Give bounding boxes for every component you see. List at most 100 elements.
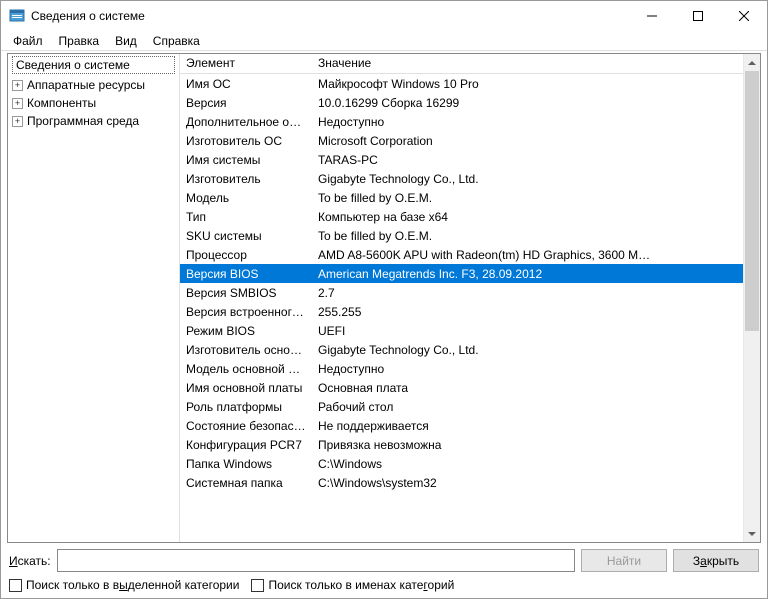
cell-element: SKU системы [180, 228, 312, 244]
cell-element: Модель основной пла… [180, 361, 312, 377]
table-row[interactable]: Версия10.0.16299 Сборка 16299 [180, 93, 743, 112]
table-row[interactable]: МодельTo be filled by O.E.M. [180, 188, 743, 207]
close-panel-button[interactable]: Закрыть [673, 549, 759, 572]
menu-edit[interactable]: Правка [51, 32, 108, 50]
table-row[interactable]: Имя основной платыОсновная плата [180, 378, 743, 397]
cell-value: 10.0.16299 Сборка 16299 [312, 95, 743, 111]
cell-value: To be filled by O.E.M. [312, 228, 743, 244]
titlebar: Сведения о системе [1, 1, 767, 31]
cell-value: To be filled by O.E.M. [312, 190, 743, 206]
table-row[interactable]: ТипКомпьютер на базе x64 [180, 207, 743, 226]
cell-element: Изготовитель основно… [180, 342, 312, 358]
cell-value: Привязка невозможна [312, 437, 743, 453]
cell-element: Дополнительное опис… [180, 114, 312, 130]
table-row[interactable]: Системная папкаC:\Windows\system32 [180, 473, 743, 492]
window-controls [629, 1, 767, 31]
table-row[interactable]: ПроцессорAMD A8-5600K APU with Radeon(tm… [180, 245, 743, 264]
list-header: Элемент Значение [180, 54, 743, 74]
cell-element: Состояние безопасно… [180, 418, 312, 434]
search-input[interactable] [57, 549, 575, 572]
table-row[interactable]: Версия встроенного к…255.255 [180, 302, 743, 321]
table-row[interactable]: Конфигурация PCR7Привязка невозможна [180, 435, 743, 454]
table-row[interactable]: Имя ОСМайкрософт Windows 10 Pro [180, 74, 743, 93]
cell-value: Не поддерживается [312, 418, 743, 434]
check-category-names[interactable]: Поиск только в именах категорий [251, 578, 454, 592]
cell-element: Роль платформы [180, 399, 312, 415]
close-button[interactable] [721, 1, 767, 31]
cell-element: Изготовитель [180, 171, 312, 187]
cell-element: Версия [180, 95, 312, 111]
table-row[interactable]: Версия BIOSAmerican Megatrends Inc. F3, … [180, 264, 743, 283]
cell-element: Имя системы [180, 152, 312, 168]
expand-icon[interactable]: + [12, 80, 23, 91]
check-selected-category[interactable]: Поиск только в выделенной категории [9, 578, 239, 592]
cell-value: Основная плата [312, 380, 743, 396]
tree-item[interactable]: +Аппаратные ресурсы [8, 76, 179, 94]
table-row[interactable]: Модель основной пла…Недоступно [180, 359, 743, 378]
cell-element: Системная папка [180, 475, 312, 491]
table-row[interactable]: Версия SMBIOS2.7 [180, 283, 743, 302]
tree-root[interactable]: Сведения о системе [12, 56, 175, 74]
table-row[interactable]: Имя системыTARAS-PC [180, 150, 743, 169]
cell-value: Microsoft Corporation [312, 133, 743, 149]
expand-icon[interactable]: + [12, 98, 23, 109]
cell-element: Процессор [180, 247, 312, 263]
cell-element: Изготовитель ОС [180, 133, 312, 149]
tree-item[interactable]: + Программная среда [8, 112, 179, 130]
minimize-button[interactable] [629, 1, 675, 31]
tree-item-label: Компоненты [27, 96, 96, 110]
table-row[interactable]: Режим BIOSUEFI [180, 321, 743, 340]
cell-value: Gigabyte Technology Co., Ltd. [312, 171, 743, 187]
cell-element: Версия встроенного к… [180, 304, 312, 320]
tree-item[interactable]: + Компоненты [8, 94, 179, 112]
main-content: Сведения о системе +Аппаратные ресурсы+К… [7, 53, 761, 543]
table-row[interactable]: Изготовитель ОСMicrosoft Corporation [180, 131, 743, 150]
tree-pane: Сведения о системе +Аппаратные ресурсы+К… [8, 54, 180, 542]
checkbox-icon [251, 579, 264, 592]
table-row[interactable]: Изготовитель основно…Gigabyte Technology… [180, 340, 743, 359]
scroll-track[interactable] [744, 71, 760, 525]
scroll-down-icon[interactable] [744, 525, 760, 542]
scroll-thumb[interactable] [745, 71, 759, 331]
window-title: Сведения о системе [31, 9, 629, 23]
cell-value: 255.255 [312, 304, 743, 320]
menu-file[interactable]: Файл [5, 32, 51, 50]
table-row[interactable]: Дополнительное опис…Недоступно [180, 112, 743, 131]
cell-value: UEFI [312, 323, 743, 339]
cell-element: Версия BIOS [180, 266, 312, 282]
cell-value: Рабочий стол [312, 399, 743, 415]
list-body: Имя ОСМайкрософт Windows 10 ProВерсия10.… [180, 74, 743, 492]
cell-element: Имя ОС [180, 76, 312, 92]
find-button[interactable]: Найти [581, 549, 667, 572]
menu-view[interactable]: Вид [107, 32, 145, 50]
cell-element: Версия SMBIOS [180, 285, 312, 301]
cell-element: Режим BIOS [180, 323, 312, 339]
checkbox-icon [9, 579, 22, 592]
table-row[interactable]: ИзготовительGigabyte Technology Co., Ltd… [180, 169, 743, 188]
cell-value: TARAS-PC [312, 152, 743, 168]
table-row[interactable]: Состояние безопасно…Не поддерживается [180, 416, 743, 435]
scrollbar[interactable] [743, 54, 760, 542]
table-row[interactable]: Роль платформыРабочий стол [180, 397, 743, 416]
cell-element: Папка Windows [180, 456, 312, 472]
header-value[interactable]: Значение [312, 54, 743, 73]
bottom-panel: Искать: Найти Закрыть Поиск только в выд… [1, 545, 767, 598]
table-row[interactable]: SKU системыTo be filled by O.E.M. [180, 226, 743, 245]
cell-value: C:\Windows [312, 456, 743, 472]
scroll-up-icon[interactable] [744, 54, 760, 71]
table-row[interactable]: Папка WindowsC:\Windows [180, 454, 743, 473]
cell-value: Компьютер на базе x64 [312, 209, 743, 225]
search-label: Искать: [9, 554, 51, 568]
maximize-button[interactable] [675, 1, 721, 31]
cell-value: 2.7 [312, 285, 743, 301]
check-row: Поиск только в выделенной категории Поис… [9, 578, 759, 592]
cell-value: American Megatrends Inc. F3, 28.09.2012 [312, 266, 743, 282]
expand-icon[interactable]: + [12, 116, 23, 127]
list-table: Элемент Значение Имя ОСМайкрософт Window… [180, 54, 743, 542]
cell-element: Конфигурация PCR7 [180, 437, 312, 453]
cell-element: Модель [180, 190, 312, 206]
header-element[interactable]: Элемент [180, 54, 312, 73]
cell-element: Тип [180, 209, 312, 225]
menu-help[interactable]: Справка [145, 32, 208, 50]
tree-item-label: Программная среда [27, 114, 139, 128]
